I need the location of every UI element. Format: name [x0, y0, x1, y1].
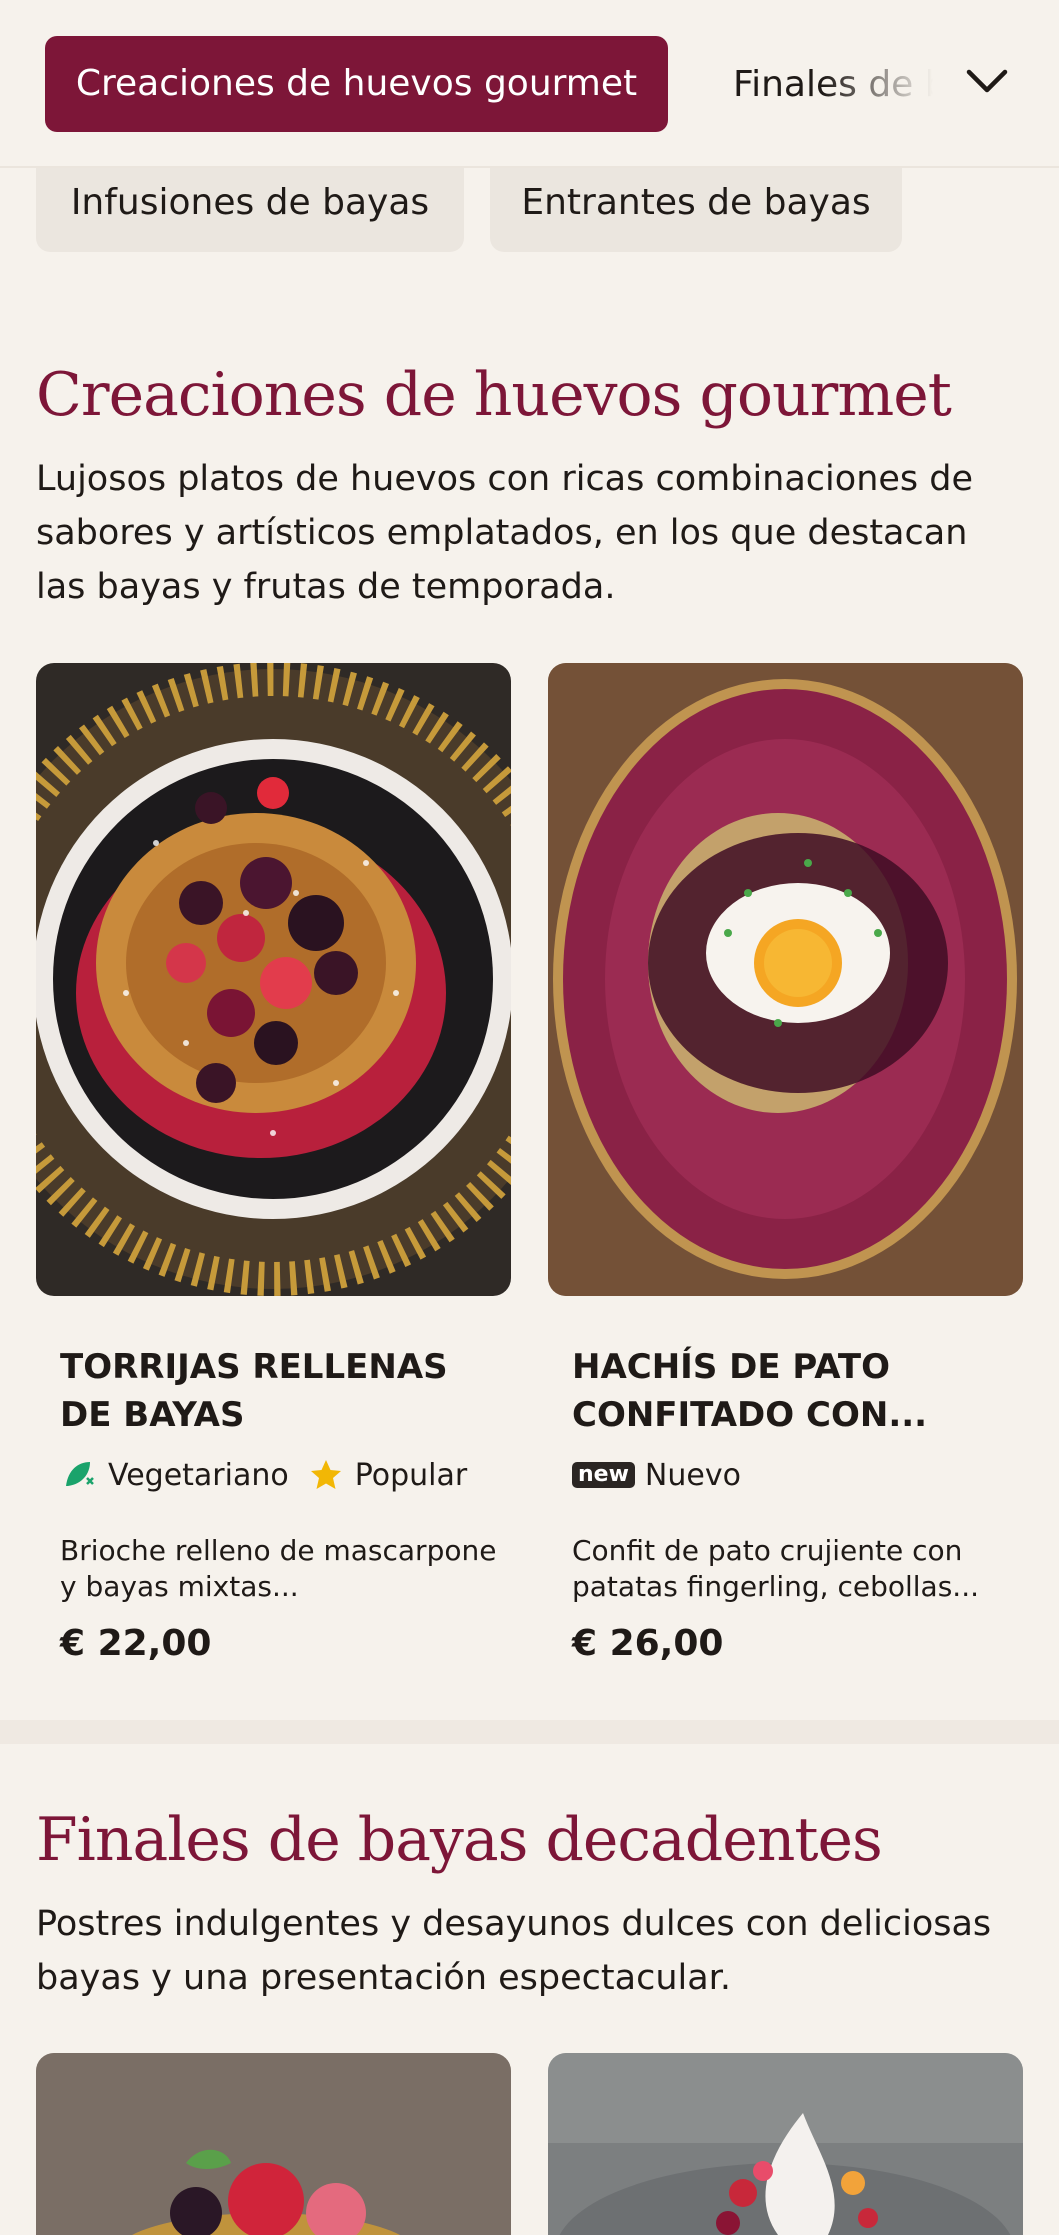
dish-photo[interactable] [36, 2053, 511, 2235]
dish-name: TORRIJAS RELLENAS DE BAYAS [60, 1347, 448, 1435]
dish-description: Confit de pato crujiente con patatas fin… [572, 1534, 979, 1603]
berry-tart-photo [36, 2053, 511, 2235]
section-description: Lujosos platos de huevos con ricas combi… [36, 459, 974, 607]
section-divider [0, 1720, 1059, 1744]
new-badge-icon: new [572, 1462, 635, 1488]
tag-vegetarian: Vegetariano [60, 1456, 289, 1494]
dish-tags: Vegetariano Popular [60, 1453, 475, 1497]
dish-name: HACHÍS DE PATO CONFITADO CON... [572, 1347, 928, 1435]
dish-price: € 26,00 [572, 1623, 724, 1664]
section-description: Postres indulgentes y desayunos dulces c… [36, 1904, 992, 1998]
tag-new: new Nuevo [572, 1458, 741, 1493]
tag-label: Vegetariano [108, 1457, 289, 1493]
dish-description: Brioche relleno de mascarpone y bayas mi… [60, 1534, 497, 1603]
section-title: Creaciones de huevos gourmet [36, 360, 952, 430]
vegetarian-icon [66, 1462, 94, 1486]
tag-label: Popular [354, 1457, 468, 1493]
category-pill-entrantes[interactable]: Entrantes de bayas [490, 168, 902, 252]
menu-card[interactable]: TORRIJAS RELLENAS DE BAYAS Vegetariano P… [36, 663, 511, 1693]
category-pill-row: Infusiones de bayas Entrantes de bayas [0, 168, 1059, 252]
meringue-photo [548, 2053, 1023, 2235]
tag-label: Nuevo [644, 1457, 741, 1493]
dish-tags: new Nuevo [572, 1453, 749, 1497]
category-nav: Creaciones de huevos gourmet Finales de … [0, 0, 1059, 168]
tag-popular: Popular [307, 1456, 468, 1494]
section-title: Finales de bayas decadentes [36, 1805, 883, 1875]
menu-page: Creaciones de huevos gourmet Finales de … [0, 0, 1059, 2235]
category-tab-active[interactable]: Creaciones de huevos gourmet [45, 36, 668, 132]
menu-card[interactable]: HACHÍS DE PATO CONFITADO CON... new Nuev… [548, 663, 1023, 1693]
dish-photo [36, 663, 511, 1296]
star-icon [310, 1460, 341, 1489]
category-tab-next[interactable]: Finales de b [733, 60, 933, 110]
dish-price: € 22,00 [60, 1623, 212, 1664]
dish-photo[interactable] [548, 2053, 1023, 2235]
french-toast-photo [36, 663, 511, 1296]
chevron-down-icon[interactable] [963, 62, 1011, 102]
category-pill-infusiones[interactable]: Infusiones de bayas [36, 168, 464, 252]
dish-photo [548, 663, 1023, 1296]
duck-hash-photo [548, 663, 1023, 1296]
